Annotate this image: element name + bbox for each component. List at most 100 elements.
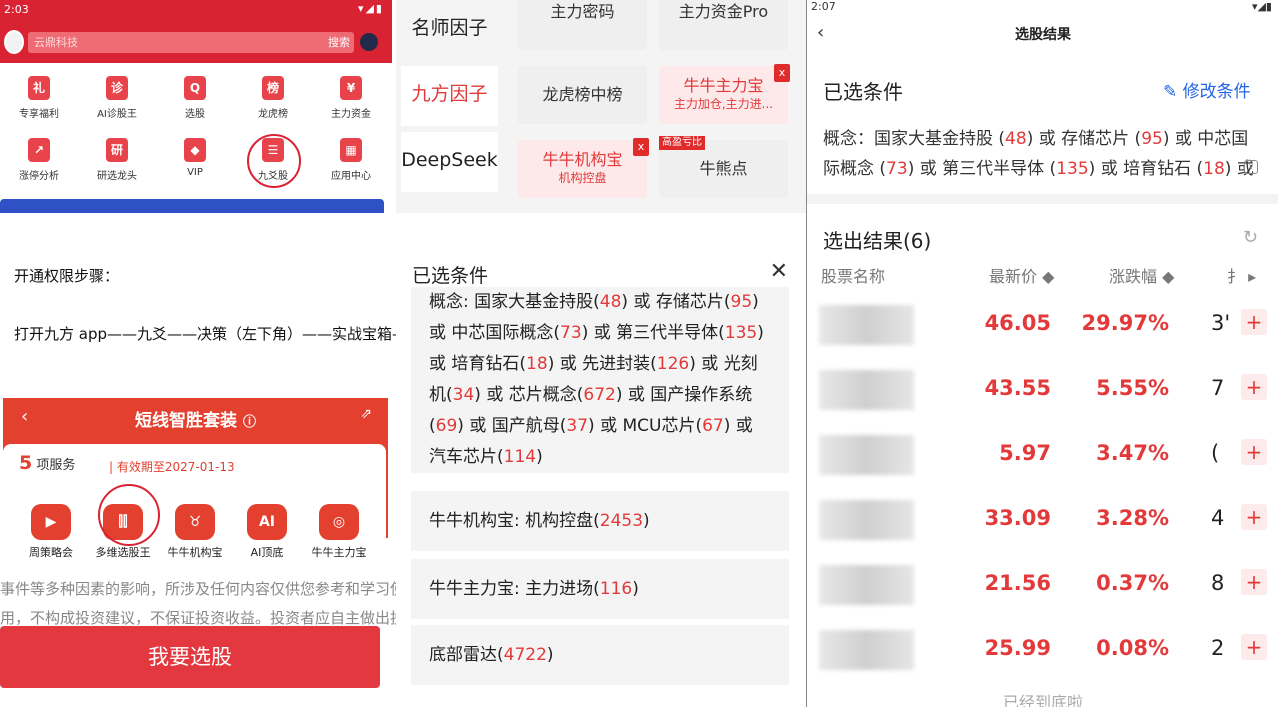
price-cell: 25.99 [984,636,1051,660]
change-cell: 0.08% [1096,636,1169,660]
pick-stock-button[interactable]: 我要选股 [0,626,380,688]
table-row[interactable]: 5.97 3.47% (+ [807,421,1278,486]
concept-count: 73 [886,159,908,179]
home-grid-label: 涨停分析 [19,171,59,182]
change-cell: 0.37% [1096,571,1169,595]
tile-subtitle: 机构控盘 [558,171,607,185]
tile-bull-institution[interactable]: 牛牛机构宝 机构控盘 x [518,138,649,198]
or-label: 或 [486,385,504,405]
expand-icon[interactable]: ∨ [1244,160,1258,174]
tile-bull-bear[interactable]: 牛熊点 高盈亏比 [659,136,788,198]
or-label: 或 [593,323,611,343]
home-grid-item[interactable]: 诊 AI诊股王 [78,76,156,120]
concept-name: 培育钻石 [451,354,520,374]
service-item[interactable]: AI AI顶底 [231,504,303,560]
table-row[interactable]: 46.05 29.97% 3' + [807,291,1278,356]
home-grid-item[interactable]: 研研选龙头 [78,138,156,182]
concept-name: 汽车芯片 [429,447,497,467]
info-icon[interactable]: ⓘ [243,415,256,430]
diamond-icon: ◆ [184,138,206,162]
refresh-icon[interactable]: ↻ [1243,227,1258,248]
or-label: 或 [559,354,577,374]
concept-count: 37 [566,416,589,436]
share-icon[interactable]: ⇗ [360,406,372,422]
stock-pick-icon: Q [184,76,206,100]
home-grid-item[interactable]: ↗ 涨停分析 [0,138,78,182]
sidebar-item-teacher-factor[interactable]: 名师因子 [401,0,498,60]
condition-summary: 概念：国家大基金持股 (48) 或 存储芯片 (95) 或 中芯国际概念 (73… [823,129,1254,179]
add-watchlist-button[interactable]: + [1241,504,1267,530]
or-label: 或 [1100,159,1118,179]
service-title: 短线智胜套装 ⓘ [135,411,256,431]
chart-up-icon: ↗ [28,138,50,162]
table-row[interactable]: 25.99 0.08% 2 + [807,616,1278,681]
highlight-circle [247,134,301,188]
home-grid-item[interactable]: ¥ 主力资金 [312,76,390,120]
home-grid-item[interactable]: 礼专享福利 [0,76,78,120]
avatar[interactable] [4,30,24,54]
divider [807,194,1278,204]
tile-main-code[interactable]: 主力密码 [518,0,647,50]
service-item[interactable]: ♉ 牛牛机构宝 [159,504,231,560]
concept-prefix: 概念: [429,292,475,312]
home-grid-item[interactable]: 榜龙虎榜 [234,76,312,120]
remove-icon[interactable]: x [633,138,649,156]
banner[interactable] [0,199,384,213]
concept-name: 存储芯片 [1061,129,1130,149]
service-screen: ‹ 短线智胜套装 ⓘ ⇗ 5 项服务 | 有效期至2027-01-13 ▶ 周策略… [0,388,396,707]
extra-cell: 8 [1211,571,1225,595]
concept-count: 48 [1005,129,1027,149]
service-item[interactable]: ▶ 周策略会 [15,504,87,560]
edit-conditions-button[interactable]: ✎ 修改条件 [1163,77,1251,102]
add-watchlist-button[interactable]: + [1241,309,1267,335]
remove-icon[interactable]: x [774,64,790,82]
ranking-icon: 榜 [262,76,284,100]
home-grid-item[interactable]: ◆ VIP [156,138,234,178]
edit-label: 修改条件 [1182,82,1251,102]
add-watchlist-button[interactable]: + [1241,634,1267,660]
search-input[interactable]: 云鼎科技 搜索 [28,32,354,53]
add-watchlist-button[interactable]: + [1241,569,1267,595]
concept-name: 第三代半导体 [942,159,1045,179]
tile-bull-main[interactable]: 牛牛主力宝 主力加仓,主力进... x [659,64,790,124]
col-price[interactable]: 最新价 ◆ [989,263,1054,287]
tile-subtitle: 主力加仓,主力进... [673,97,774,111]
edit-icon: ✎ [1163,82,1178,102]
end-of-list: 已经到底啦 [1002,693,1083,707]
home-grid-item[interactable]: ▦ 应用中心 [312,138,390,182]
col-more[interactable]: 扌 ▸ [1227,263,1256,287]
page-title: 选股结果 [1015,27,1071,43]
tile-dragon-tiger[interactable]: 龙虎榜中榜 [518,66,647,124]
stock-name-blurred [819,435,914,475]
col-stock-name[interactable]: 股票名称 [821,263,885,287]
instructions: 开通权限步骤： 打开九方 app——九爻——决策（左下角）——实战宝箱——短线智… [0,213,527,388]
service-item[interactable]: ◎ 牛牛主力宝 [303,504,375,560]
extra-cell: 3' [1211,311,1231,335]
extra-cell: 7 [1211,376,1225,400]
concept-count: 95 [1141,129,1163,149]
table-row[interactable]: 21.56 0.37% 8 + [807,551,1278,616]
condition-count: 4722 [503,645,547,665]
conditions-panel: 已选条件 ✕ 概念: 国家大基金持股(48) 或 存储芯片(95) 或 中芯国际… [396,213,806,707]
apps-icon: ▦ [340,138,362,162]
sidebar-item-deepseek[interactable]: DeepSeek [401,132,498,192]
result-table-screen: 选出结果(6) ↻ 股票名称 最新价 ◆ 涨跌幅 ◆ 扌 ▸ 46.05 29.9… [806,213,1278,707]
table-row[interactable]: 43.55 5.55% 7 + [807,356,1278,421]
table-row[interactable]: 33.09 3.28% 4 + [807,486,1278,551]
sidebar-item-jiufang-factor[interactable]: 九方因子 [401,66,498,126]
or-label: 或 [469,416,487,436]
concept-count: 126 [656,354,690,374]
robot-icon[interactable] [360,33,378,51]
or-label: 或 [627,385,645,405]
add-watchlist-button[interactable]: + [1241,439,1267,465]
home-grid-item[interactable]: Q 选股 [156,76,234,120]
close-icon[interactable]: ✕ [770,259,788,284]
concept-prefix: 概念： [823,129,874,149]
col-change[interactable]: 涨跌幅 ◆ [1109,263,1174,287]
concept-count: 67 [702,416,724,436]
add-watchlist-button[interactable]: + [1241,374,1267,400]
search-placeholder: 云鼎科技 [34,36,78,49]
search-button[interactable]: 搜索 [328,32,350,53]
concept-name: 存储芯片 [655,292,724,312]
tile-main-fund-pro[interactable]: 主力资金Pro [659,0,788,50]
